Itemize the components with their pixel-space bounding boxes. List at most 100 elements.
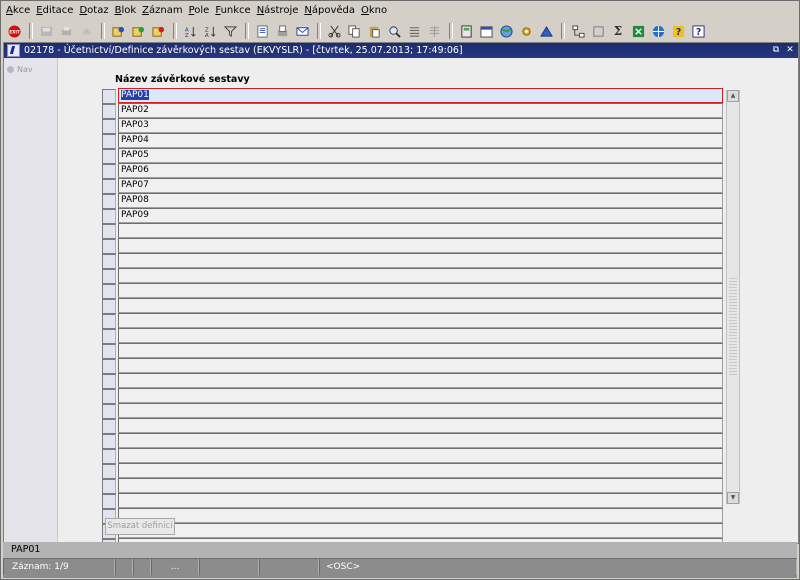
name-field[interactable] bbox=[118, 418, 723, 433]
name-field[interactable] bbox=[118, 448, 723, 463]
record-selector[interactable] bbox=[102, 89, 116, 104]
name-field[interactable] bbox=[118, 238, 723, 253]
scroll-up-icon[interactable]: ▲ bbox=[727, 90, 739, 102]
close-icon[interactable]: ✕ bbox=[784, 45, 796, 56]
record-selector[interactable] bbox=[102, 194, 116, 209]
record-selector[interactable] bbox=[102, 449, 116, 464]
record-selector[interactable] bbox=[102, 104, 116, 119]
name-field[interactable] bbox=[118, 523, 723, 538]
network-button[interactable] bbox=[569, 22, 587, 40]
menu-napoveda[interactable]: Nápověda bbox=[301, 4, 358, 18]
record-selector[interactable] bbox=[102, 224, 116, 239]
record-selector[interactable] bbox=[102, 284, 116, 299]
restore-icon[interactable]: ⧉ bbox=[770, 45, 782, 56]
delete-record-button[interactable] bbox=[425, 22, 443, 40]
name-field[interactable]: PAP06 bbox=[118, 163, 723, 178]
disk-button[interactable] bbox=[589, 22, 607, 40]
name-field[interactable] bbox=[118, 388, 723, 403]
name-field[interactable]: PAP03 bbox=[118, 118, 723, 133]
record-selector[interactable] bbox=[102, 359, 116, 374]
enter-query-button[interactable] bbox=[109, 22, 127, 40]
name-field[interactable]: PAP09 bbox=[118, 208, 723, 223]
insert-record-button[interactable] bbox=[405, 22, 423, 40]
name-field[interactable] bbox=[118, 298, 723, 313]
exit-button[interactable]: EXIT bbox=[5, 22, 23, 40]
name-field[interactable] bbox=[118, 358, 723, 373]
name-field[interactable] bbox=[118, 433, 723, 448]
name-field[interactable] bbox=[118, 463, 723, 478]
record-selector[interactable] bbox=[102, 494, 116, 509]
menu-funkce[interactable]: Funkce bbox=[212, 4, 253, 18]
record-selector[interactable] bbox=[102, 434, 116, 449]
record-selector[interactable] bbox=[102, 299, 116, 314]
name-field[interactable]: PAP07 bbox=[118, 178, 723, 193]
name-field[interactable] bbox=[118, 493, 723, 508]
context-help-button[interactable]: ? bbox=[689, 22, 707, 40]
menu-dotaz[interactable]: Dotaz bbox=[76, 4, 111, 18]
mail-button[interactable] bbox=[293, 22, 311, 40]
calculator-button[interactable] bbox=[457, 22, 475, 40]
record-selector[interactable] bbox=[102, 464, 116, 479]
scroll-grip[interactable] bbox=[729, 276, 737, 376]
print-preview-button[interactable] bbox=[273, 22, 291, 40]
save-button[interactable] bbox=[37, 22, 55, 40]
copy-button[interactable] bbox=[345, 22, 363, 40]
name-field[interactable] bbox=[118, 313, 723, 328]
name-field[interactable]: PAP04 bbox=[118, 133, 723, 148]
name-field[interactable] bbox=[118, 373, 723, 388]
record-selector[interactable] bbox=[102, 314, 116, 329]
record-selector[interactable] bbox=[102, 389, 116, 404]
menu-blok[interactable]: Blok bbox=[112, 4, 140, 18]
record-selector[interactable] bbox=[102, 344, 116, 359]
record-selector[interactable] bbox=[102, 419, 116, 434]
delete-definition-button[interactable]: Smazat definici bbox=[105, 518, 175, 535]
record-selector[interactable] bbox=[102, 179, 116, 194]
record-selector[interactable] bbox=[102, 329, 116, 344]
clear-button[interactable] bbox=[77, 22, 95, 40]
name-field[interactable] bbox=[118, 283, 723, 298]
name-field[interactable] bbox=[118, 268, 723, 283]
menu-zaznam[interactable]: Záznam bbox=[139, 4, 185, 18]
name-field[interactable] bbox=[118, 508, 723, 523]
help-button[interactable]: ? bbox=[669, 22, 687, 40]
filter-button[interactable] bbox=[221, 22, 239, 40]
warning-button[interactable] bbox=[537, 22, 555, 40]
print-button[interactable] bbox=[57, 22, 75, 40]
find-button[interactable] bbox=[385, 22, 403, 40]
nav-button[interactable]: Nav bbox=[7, 65, 57, 74]
name-field[interactable] bbox=[118, 223, 723, 238]
vertical-scrollbar[interactable]: ▲ ▼ bbox=[726, 90, 740, 504]
name-field[interactable] bbox=[118, 478, 723, 493]
menu-akce[interactable]: Akce bbox=[3, 4, 33, 18]
record-selector[interactable] bbox=[102, 254, 116, 269]
name-field[interactable] bbox=[118, 403, 723, 418]
name-field[interactable]: PAP01 bbox=[118, 88, 723, 103]
record-selector[interactable] bbox=[102, 404, 116, 419]
record-selector[interactable] bbox=[102, 164, 116, 179]
name-field[interactable] bbox=[118, 253, 723, 268]
record-selector[interactable] bbox=[102, 374, 116, 389]
web-button[interactable] bbox=[649, 22, 667, 40]
name-field[interactable]: PAP08 bbox=[118, 193, 723, 208]
cut-button[interactable] bbox=[325, 22, 343, 40]
menu-okno[interactable]: Okno bbox=[358, 4, 390, 18]
menu-nastroje[interactable]: Nástroje bbox=[254, 4, 302, 18]
record-selector[interactable] bbox=[102, 149, 116, 164]
sort-asc-button[interactable]: AZ bbox=[181, 22, 199, 40]
name-field[interactable] bbox=[118, 328, 723, 343]
scroll-down-icon[interactable]: ▼ bbox=[727, 492, 739, 504]
name-field[interactable]: PAP05 bbox=[118, 148, 723, 163]
excel-button[interactable] bbox=[629, 22, 647, 40]
cancel-query-button[interactable] bbox=[149, 22, 167, 40]
paste-button[interactable] bbox=[365, 22, 383, 40]
sort-desc-button[interactable]: ZA bbox=[201, 22, 219, 40]
record-selector[interactable] bbox=[102, 119, 116, 134]
name-field[interactable] bbox=[118, 343, 723, 358]
report-button[interactable] bbox=[253, 22, 271, 40]
menu-editace[interactable]: Editace bbox=[33, 4, 76, 18]
settings-button[interactable] bbox=[517, 22, 535, 40]
sum-button[interactable]: Σ bbox=[609, 22, 627, 40]
record-selector[interactable] bbox=[102, 239, 116, 254]
execute-query-button[interactable] bbox=[129, 22, 147, 40]
record-selector[interactable] bbox=[102, 479, 116, 494]
